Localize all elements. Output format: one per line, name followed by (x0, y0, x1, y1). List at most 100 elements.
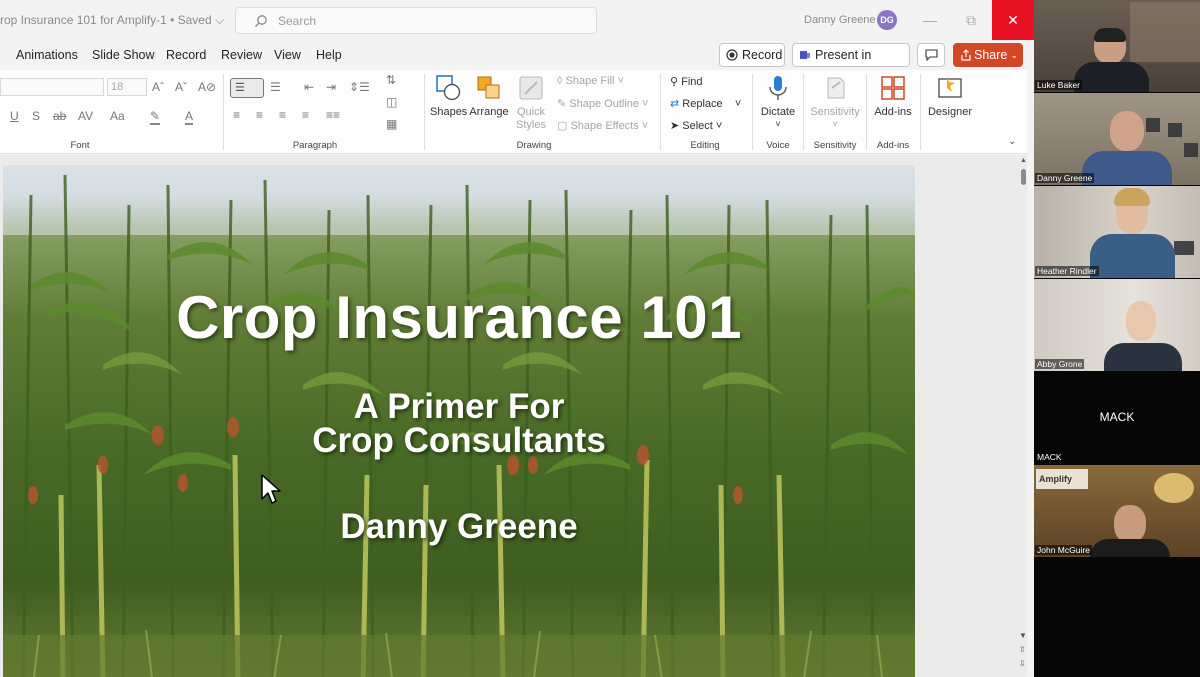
shape-outline-button[interactable]: ✎ Shape Outline ˅ (557, 97, 648, 110)
increase-indent-icon[interactable]: ⇥ (326, 80, 336, 94)
designer-button[interactable]: Designer (924, 74, 976, 118)
participant-tile[interactable]: MACK MACK (1034, 372, 1200, 464)
replace-button[interactable]: ⇄ Replace ˅ (670, 97, 741, 110)
tab-view[interactable]: View (274, 48, 301, 62)
text-direction-icon[interactable]: ⇅ (386, 73, 396, 87)
align-text-icon[interactable]: ◫ (386, 95, 397, 109)
slide-subtitle[interactable]: A Primer For Crop Consultants (3, 389, 915, 458)
paint-bucket-icon: ◊ (557, 75, 566, 87)
participant-shirt (1082, 151, 1172, 185)
dictate-button[interactable]: Dictate ˅ (756, 74, 800, 130)
font-color-icon[interactable]: A (185, 109, 194, 125)
search-input[interactable]: Search (235, 7, 597, 34)
text-shadow-icon[interactable]: S (32, 109, 40, 123)
participant-face (1114, 505, 1146, 543)
microphone-icon (763, 74, 793, 102)
participant-tile[interactable]: Luke Baker (1034, 0, 1200, 92)
next-slide-icon[interactable]: ⇩ (1019, 659, 1026, 668)
group-label-sensitivity: Sensitivity (813, 140, 857, 151)
shrink-font-icon[interactable]: Aˇ (175, 80, 187, 94)
group-label-paragraph: Paragraph (292, 140, 338, 151)
find-button[interactable]: ⚲ Find (670, 75, 703, 88)
bullets-button[interactable]: ☰ (230, 78, 264, 98)
shapes-button[interactable]: Shapes (430, 74, 467, 118)
cursor-icon: ➤ (670, 120, 683, 132)
share-button[interactable]: Share ⌄ (953, 43, 1023, 67)
strikethrough-icon[interactable]: ab (53, 109, 66, 123)
select-button[interactable]: ➤ Select ˅ (670, 119, 722, 132)
scroll-up-icon[interactable]: ▲ (1020, 157, 1027, 164)
effects-icon: ▢ (557, 120, 571, 132)
slide-title[interactable]: Crop Insurance 101 (3, 283, 915, 352)
sensitivity-button[interactable]: Sensitivity ˅ (807, 74, 863, 130)
scroll-down-icon[interactable]: ▼ (1019, 631, 1027, 640)
search-icon: ⚲ (670, 76, 682, 88)
scroll-thumb[interactable] (1021, 169, 1026, 185)
arrange-button[interactable]: Arrange (468, 74, 510, 118)
arrange-icon (474, 74, 504, 102)
columns-icon[interactable]: ≡≡ (326, 108, 340, 122)
document-title[interactable]: rop Insurance 101 for Amplify-1 • Saved … (0, 13, 224, 28)
character-spacing-icon[interactable]: AV (78, 109, 93, 123)
arrange-label: Arrange (469, 106, 509, 118)
smartart-icon[interactable]: ▦ (386, 117, 397, 131)
beanie (1094, 28, 1126, 42)
line-spacing-icon[interactable]: ⇕☰ (349, 80, 370, 94)
vertical-scrollbar[interactable]: ▲ ▼ ⇧ ⇩ (1019, 155, 1027, 677)
ribbon-tabs: Animations Slide Show Record Review View… (0, 40, 1034, 84)
add-ins-icon (878, 74, 908, 102)
tab-help[interactable]: Help (316, 48, 342, 62)
clear-formatting-icon[interactable]: A⊘ (198, 80, 216, 94)
font-size-box[interactable]: 18 (107, 78, 147, 96)
numbering-icon[interactable]: ☰ (270, 80, 281, 94)
quick-styles-label-1: Quick (516, 106, 546, 118)
font-name-box[interactable] (0, 78, 104, 96)
dictate-label: Dictate (760, 106, 796, 118)
pen-icon: ✎ (557, 98, 570, 110)
tab-slide-show[interactable]: Slide Show (92, 48, 155, 62)
close-button[interactable]: ✕ (992, 0, 1034, 40)
chevron-down-icon[interactable]: ⌄ (1010, 44, 1018, 66)
participant-tile[interactable]: Amplify John McGuire (1034, 465, 1200, 557)
restore-button[interactable]: ⧉ (950, 0, 992, 40)
tab-animations[interactable]: Animations (16, 48, 78, 62)
group-label-voice: Voice (766, 140, 790, 151)
previous-slide-icon[interactable]: ⇧ (1019, 645, 1026, 654)
align-left-icon[interactable]: ≡ (233, 108, 240, 122)
minimize-button[interactable]: — (909, 0, 951, 40)
collapse-ribbon-icon[interactable]: ⌄ (1008, 136, 1016, 147)
font-size-value: 18 (111, 81, 124, 93)
shapes-icon (433, 74, 463, 102)
quick-styles-button[interactable]: Quick Styles (510, 74, 552, 132)
underline-icon[interactable]: U (10, 109, 19, 123)
participant-name: MACK (1037, 452, 1062, 462)
comments-button[interactable] (917, 43, 945, 67)
shape-fill-button[interactable]: ◊ Shape Fill ˅ (557, 75, 624, 87)
participant-tile[interactable]: Heather Rindler (1034, 186, 1200, 278)
highlight-icon[interactable]: ✎ (150, 109, 161, 125)
present-in-teams-button[interactable]: Present in Teams (792, 43, 910, 84)
group-label-drawing: Drawing (516, 140, 552, 151)
participant-name: John McGuire (1035, 545, 1092, 555)
avatar[interactable]: DG (877, 10, 897, 30)
participant-name: Danny Greene (1035, 173, 1095, 183)
replace-icon: ⇄ (670, 98, 683, 110)
slide-author[interactable]: Danny Greene (3, 507, 915, 547)
change-case-icon[interactable]: Aa (110, 109, 125, 123)
slide[interactable]: Crop Insurance 101 A Primer For Crop Con… (3, 165, 915, 677)
shape-effects-button[interactable]: ▢ Shape Effects ˅ (557, 119, 648, 132)
justify-icon[interactable]: ≡ (302, 108, 309, 122)
participant-shirt (1104, 343, 1182, 371)
align-center-icon[interactable]: ≡ (256, 108, 263, 122)
align-right-icon[interactable]: ≡ (279, 108, 286, 122)
tab-review[interactable]: Review (221, 48, 262, 62)
add-ins-button[interactable]: Add-ins (870, 74, 916, 118)
tab-record[interactable]: Record (166, 48, 206, 62)
participant-tile[interactable]: Danny Greene (1034, 93, 1200, 185)
title-bar: rop Insurance 101 for Amplify-1 • Saved … (0, 0, 1034, 40)
record-button[interactable]: Record (719, 43, 785, 67)
decrease-indent-icon[interactable]: ⇤ (304, 80, 314, 94)
grow-font-icon[interactable]: Aˆ (152, 80, 164, 94)
participant-tile[interactable]: Abby Grone (1034, 279, 1200, 371)
account-name[interactable]: Danny Greene (804, 14, 876, 26)
